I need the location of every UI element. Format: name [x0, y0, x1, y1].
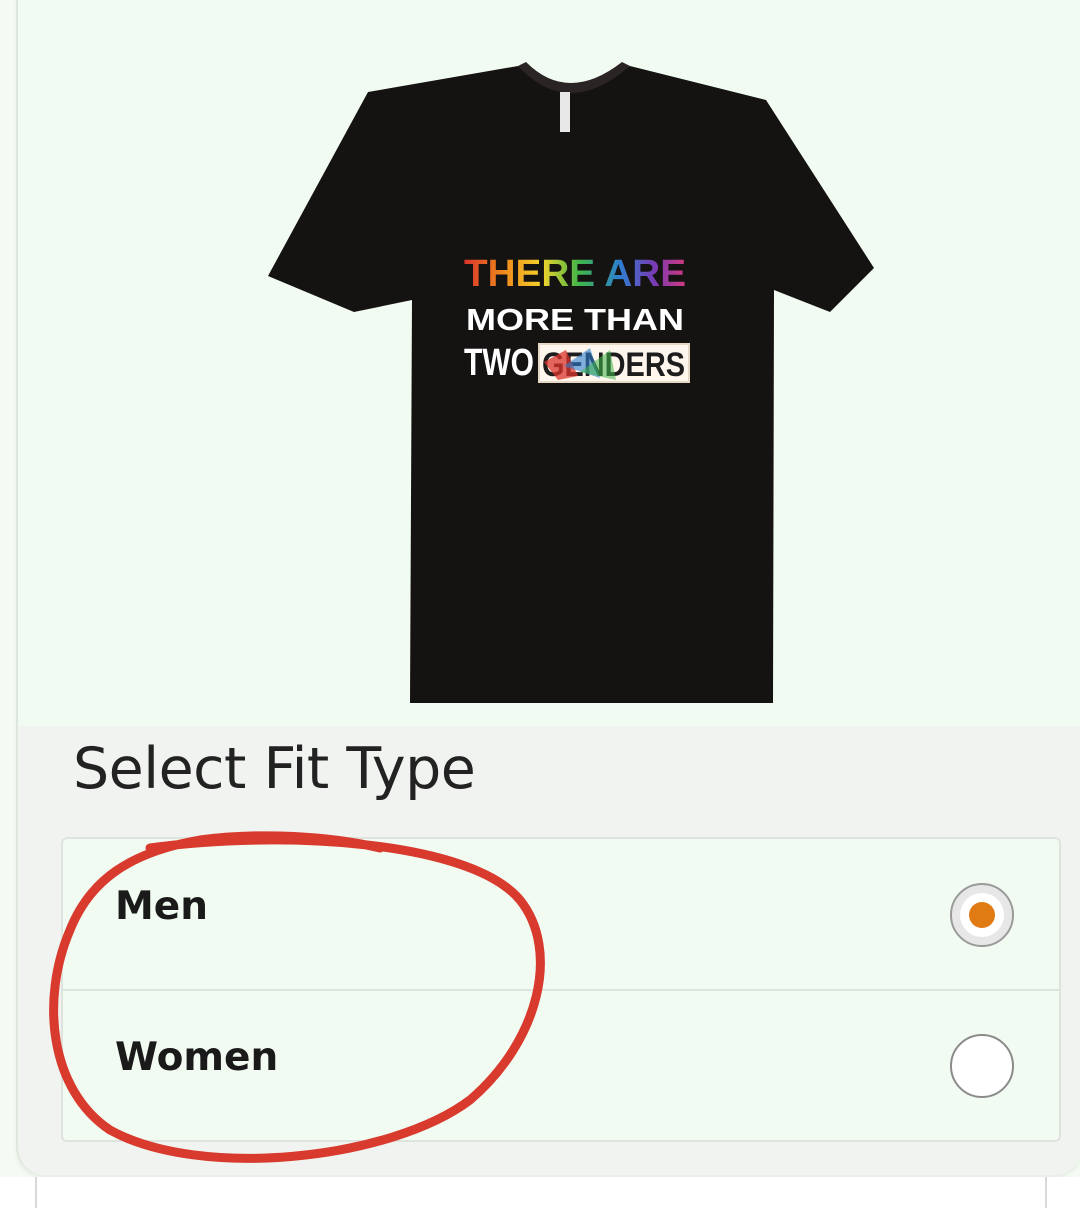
radio-selected-icon[interactable]: [950, 883, 1014, 947]
product-image[interactable]: THERE ARE MORE THAN TWO GENDERS: [18, 0, 1080, 706]
radio-dot: [969, 902, 995, 928]
divider: [35, 1177, 37, 1208]
fit-type-section: Select Fit Type Men Women: [18, 726, 1080, 1175]
divider: [1045, 1177, 1047, 1208]
fit-type-options: Men Women: [61, 837, 1061, 1142]
bottom-strip: [0, 1177, 1080, 1208]
fit-option-women[interactable]: Women: [63, 990, 1059, 1140]
fit-option-label: Men: [115, 884, 209, 929]
fit-option-label: Women: [115, 1035, 279, 1080]
product-card: THERE ARE MORE THAN TWO GENDERS Select F…: [16, 0, 1080, 1175]
radio-unselected-icon[interactable]: [950, 1034, 1014, 1098]
shirt-text-line2: MORE THAN: [466, 302, 684, 337]
fit-type-title: Select Fit Type: [73, 736, 476, 802]
shirt-text-line3a: TWO: [464, 342, 534, 384]
tshirt-image: THERE ARE MORE THAN TWO GENDERS: [268, 62, 874, 703]
fit-option-men[interactable]: Men: [63, 839, 1059, 991]
shirt-text-line1: THERE ARE: [464, 253, 686, 295]
